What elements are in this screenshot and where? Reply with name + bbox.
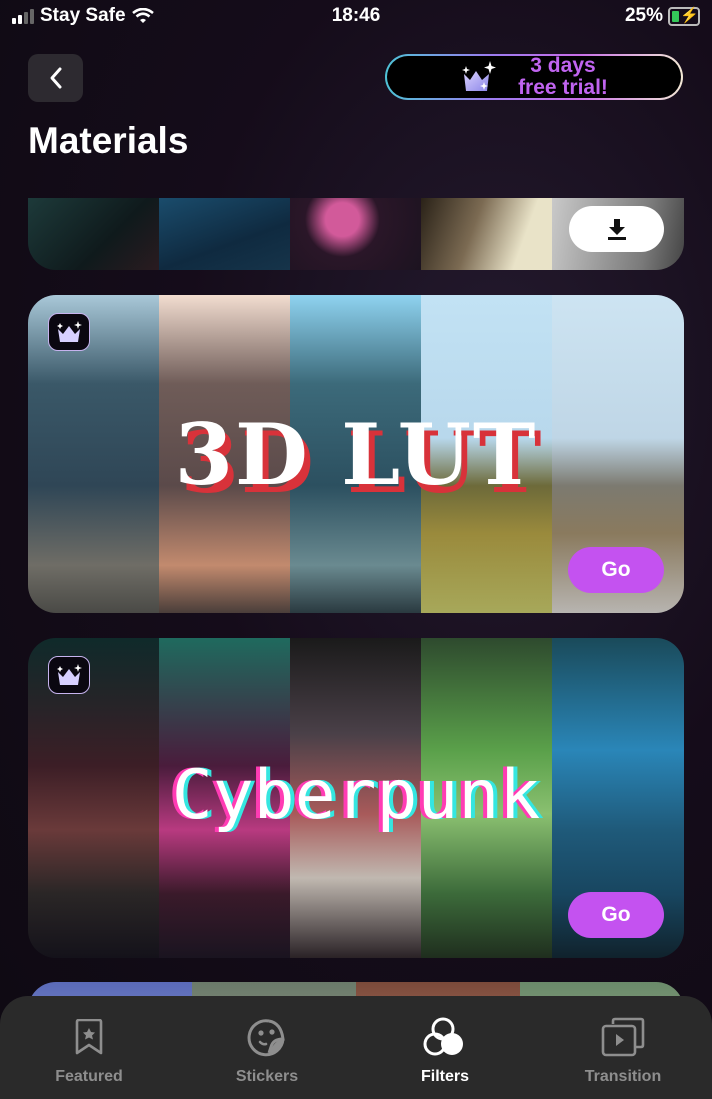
page-title: Materials [28,120,189,161]
battery-charging-icon: ⚡ [668,6,700,26]
go-button[interactable]: Go [568,547,664,593]
transition-icon [601,1017,645,1057]
trial-label-line1: 3 days [530,54,596,77]
tab-label: Stickers [235,1068,299,1085]
trial-label: 3 days free trial! [518,55,608,99]
crown-icon [57,321,82,342]
download-button[interactable] [569,206,664,252]
card-title: Cyberpunk [171,756,541,835]
filter-card-3d-lut[interactable]: 3D LUT Go [28,295,684,613]
tab-transition[interactable]: Transition [534,996,712,1099]
trial-label-line2: free trial! [518,76,608,99]
filters-icon [423,1017,463,1056]
tab-featured[interactable]: Featured [0,996,178,1099]
tab-label: Featured [55,1068,123,1085]
crown-sparkle-icon [462,61,497,91]
back-button[interactable] [28,54,83,102]
status-right: 25% ⚡ [625,5,700,27]
go-button[interactable]: Go [568,892,664,938]
download-icon [607,219,626,240]
card-title: 3D LUT [174,405,538,504]
premium-crown-badge [48,656,90,694]
free-trial-button[interactable]: 3 days free trial! [385,54,683,100]
crown-icon [57,664,82,685]
battery-percent: 25% [624,5,663,26]
tab-label: Transition [584,1068,662,1085]
tab-filters[interactable]: Filters [356,996,534,1099]
clock: 18:46 [331,5,381,26]
bottom-tab-bar: Featured Stickers Filters Transition [0,996,712,1099]
chevron-left-icon [50,67,61,89]
filter-card-cyberpunk[interactable]: Cyberpunk Go [28,638,684,958]
tab-label: Filters [420,1068,469,1085]
bookmark-star-icon [75,1019,103,1055]
tab-stickers[interactable]: Stickers [178,996,356,1099]
premium-crown-badge [48,313,90,351]
sticker-icon [247,1019,285,1057]
filter-card-top[interactable] [28,198,684,270]
status-bar: Stay Safe 18:46 25% ⚡ [0,0,712,34]
